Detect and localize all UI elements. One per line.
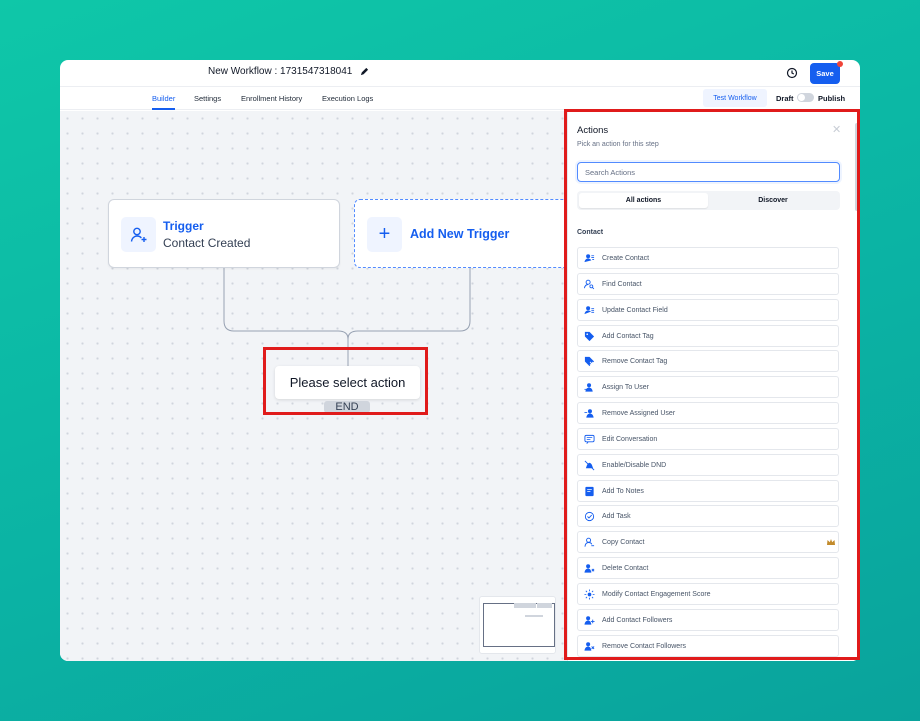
publish-toggle[interactable] bbox=[797, 93, 814, 102]
plus-icon: + bbox=[367, 217, 402, 252]
minimap-viewport bbox=[483, 603, 555, 647]
tab-execution-logs[interactable]: Execution Logs bbox=[322, 94, 373, 103]
trigger-subtitle: Contact Created bbox=[163, 236, 251, 250]
workflow-title-text: New Workflow : 1731547318041 bbox=[208, 66, 353, 77]
user-plus-icon bbox=[130, 227, 146, 242]
minimap-node bbox=[537, 603, 552, 608]
minimap[interactable] bbox=[479, 596, 556, 654]
publish-label: Publish bbox=[818, 94, 846, 103]
test-workflow-button[interactable]: Test Workflow bbox=[703, 89, 767, 107]
action-highlight-box bbox=[263, 347, 428, 415]
save-button[interactable]: Save bbox=[810, 63, 840, 84]
minimap-node bbox=[525, 615, 543, 617]
tab-builder[interactable]: Builder bbox=[152, 94, 176, 110]
tab-enrollment-history[interactable]: Enrollment History bbox=[241, 94, 302, 103]
unsaved-indicator-dot bbox=[837, 61, 843, 67]
workflow-title: New Workflow : 1731547318041 bbox=[208, 66, 369, 77]
top-bar: New Workflow : 1731547318041 Save bbox=[60, 60, 860, 87]
trigger-node[interactable]: Trigger Contact Created bbox=[108, 199, 340, 268]
history-icon[interactable] bbox=[786, 67, 798, 79]
trigger-title: Trigger bbox=[163, 219, 204, 233]
add-trigger-label: Add New Trigger bbox=[410, 227, 510, 241]
pencil-icon[interactable] bbox=[360, 67, 369, 76]
nav-bar: Builder Settings Enrollment History Exec… bbox=[60, 87, 860, 110]
tab-settings[interactable]: Settings bbox=[194, 94, 221, 103]
draft-label: Draft bbox=[776, 94, 794, 103]
add-new-trigger-node[interactable]: + Add New Trigger bbox=[354, 199, 584, 268]
trigger-icon-box bbox=[121, 217, 156, 252]
panel-highlight-box bbox=[564, 109, 860, 660]
minimap-node bbox=[514, 603, 536, 608]
